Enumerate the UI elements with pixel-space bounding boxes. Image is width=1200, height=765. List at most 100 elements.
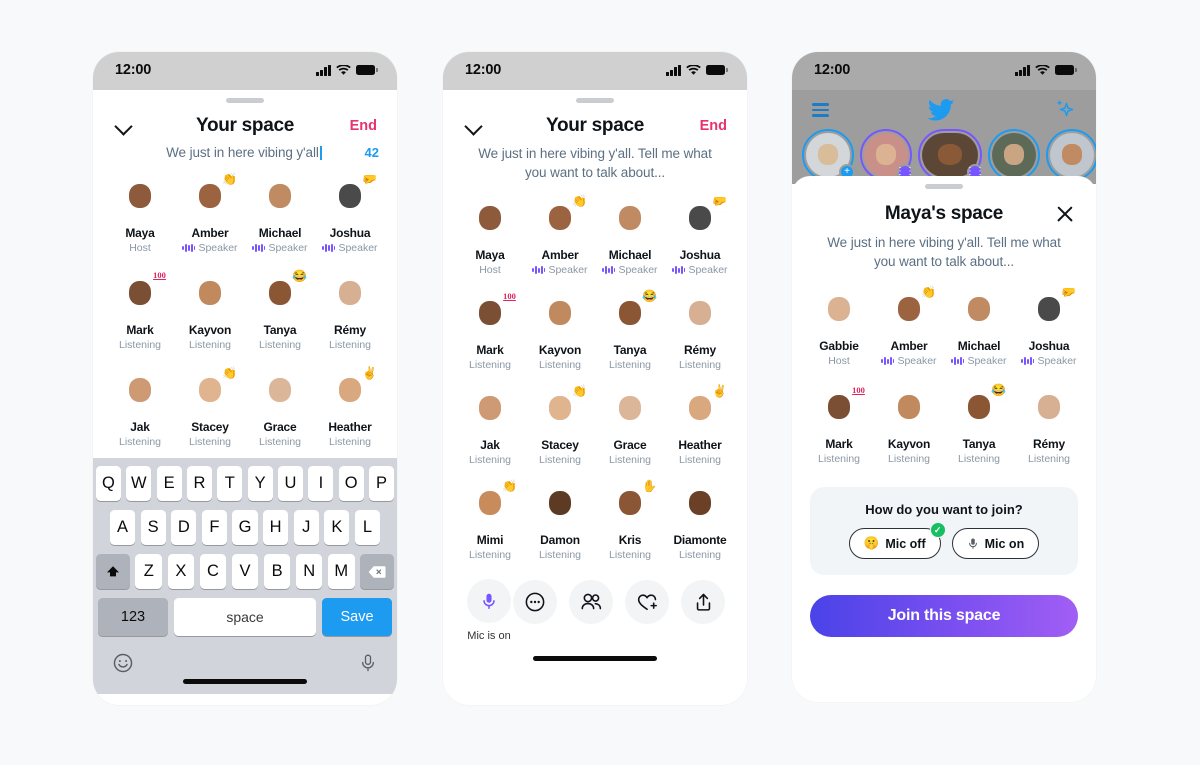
- avatar-wrap[interactable]: 🤛: [1026, 281, 1079, 333]
- close-x-icon[interactable]: [1054, 203, 1076, 225]
- description-input[interactable]: We just in here vibing y'all: [111, 145, 357, 160]
- avatar-wrap[interactable]: [816, 287, 862, 333]
- avatar-wrap[interactable]: 🤛: [677, 190, 730, 242]
- avatar-wrap[interactable]: ✌️: [327, 362, 380, 414]
- key-t[interactable]: T: [217, 466, 243, 501]
- participant-maya[interactable]: Maya Host: [455, 196, 525, 276]
- avatar-wrap[interactable]: [677, 481, 723, 527]
- participant-michael[interactable]: Michael Speaker: [245, 174, 315, 254]
- key-z[interactable]: Z: [135, 554, 163, 589]
- participant-gabbie[interactable]: Gabbie Host: [804, 287, 874, 367]
- key-h[interactable]: H: [263, 510, 289, 545]
- share-upload-icon[interactable]: [681, 580, 725, 625]
- avatar-wrap[interactable]: [257, 368, 303, 414]
- key-f[interactable]: F: [201, 510, 227, 545]
- avatar-wrap[interactable]: 👏: [537, 380, 590, 432]
- participant-jak[interactable]: Jak Listening: [455, 386, 525, 466]
- people-icon[interactable]: [569, 580, 613, 625]
- avatar-wrap[interactable]: 🤛: [327, 168, 380, 220]
- participant-kayvon[interactable]: Kayvon Listening: [525, 291, 595, 371]
- key-a[interactable]: A: [110, 510, 136, 545]
- participant-heather[interactable]: ✌️ Heather Listening: [665, 380, 735, 466]
- microphone-icon[interactable]: [467, 579, 511, 624]
- participant-kayvon[interactable]: Kayvon Listening: [175, 271, 245, 351]
- avatar-wrap[interactable]: [117, 368, 163, 414]
- backspace-icon[interactable]: [360, 554, 395, 589]
- heart-plus-icon[interactable]: [625, 580, 669, 625]
- avatar-wrap[interactable]: 😂: [607, 285, 660, 337]
- participant-tanya[interactable]: 😂 Tanya Listening: [245, 265, 315, 351]
- shift-arrow-icon[interactable]: [95, 554, 130, 589]
- key-b[interactable]: B: [263, 554, 291, 589]
- mic-on-option[interactable]: Mic on: [951, 528, 1040, 560]
- avatar-wrap[interactable]: 😂: [257, 265, 310, 317]
- avatar-wrap[interactable]: 👏: [886, 281, 939, 333]
- mic-toggle[interactable]: Mic is on: [465, 579, 513, 642]
- participant-diamonte[interactable]: Diamonte Listening: [665, 481, 735, 561]
- end-button[interactable]: End: [350, 118, 377, 134]
- key-o[interactable]: O: [338, 466, 364, 501]
- avatar-wrap[interactable]: 100: [816, 379, 869, 431]
- save-button[interactable]: Save: [322, 598, 392, 636]
- mic-off-option[interactable]: 🤫 Mic off ✓: [848, 522, 946, 560]
- join-this-space-button[interactable]: Join this space: [810, 595, 1078, 638]
- avatar-wrap[interactable]: 100: [117, 265, 170, 317]
- avatar-wrap[interactable]: 100: [467, 285, 520, 337]
- avatar-wrap[interactable]: 👏: [187, 168, 240, 220]
- participant-mark[interactable]: 100 Mark Listening: [804, 379, 874, 465]
- avatar-wrap[interactable]: [257, 174, 303, 220]
- fleet-avatar-1[interactable]: +: [802, 129, 855, 181]
- participant-grace[interactable]: Grace Listening: [245, 368, 315, 448]
- avatar-wrap[interactable]: 👏: [187, 362, 240, 414]
- participant-amber[interactable]: 👏 Amber Speaker: [874, 281, 944, 367]
- avatar-wrap[interactable]: [1026, 385, 1072, 431]
- key-u[interactable]: U: [278, 466, 303, 501]
- avatar-wrap[interactable]: 😂: [956, 379, 1009, 431]
- key-w[interactable]: W: [126, 466, 152, 501]
- avatar-wrap[interactable]: 👏: [467, 475, 520, 527]
- participant-maya[interactable]: Maya Host: [105, 174, 175, 254]
- numbers-key[interactable]: 123: [98, 598, 168, 636]
- participant-grace[interactable]: Grace Listening: [595, 386, 665, 466]
- avatar-wrap[interactable]: [117, 174, 163, 220]
- key-g[interactable]: G: [232, 510, 258, 545]
- key-l[interactable]: L: [354, 510, 380, 545]
- avatar-wrap[interactable]: [956, 287, 1002, 333]
- avatar-wrap[interactable]: [327, 271, 373, 317]
- participant-joshua[interactable]: 🤛 Joshua Speaker: [665, 190, 735, 276]
- participant-jak[interactable]: Jak Listening: [105, 368, 175, 448]
- hamburger-menu-icon[interactable]: [812, 100, 829, 120]
- avatar-wrap[interactable]: 👏: [537, 190, 590, 242]
- participant-michael[interactable]: Michael Speaker: [944, 287, 1014, 367]
- fleet-avatar-5[interactable]: [1046, 129, 1096, 181]
- key-i[interactable]: I: [308, 466, 334, 501]
- space-key[interactable]: space: [174, 598, 316, 636]
- participant-kayvon[interactable]: Kayvon Listening: [874, 385, 944, 465]
- avatar-wrap[interactable]: [537, 291, 583, 337]
- participant-heather[interactable]: ✌️ Heather Listening: [315, 362, 385, 448]
- participant-mark[interactable]: 100 Mark Listening: [455, 285, 525, 371]
- key-y[interactable]: Y: [247, 466, 273, 501]
- emoji-smiley-icon[interactable]: [112, 652, 134, 674]
- avatar-wrap[interactable]: ✌️: [677, 380, 730, 432]
- participant-michael[interactable]: Michael Speaker: [595, 196, 665, 276]
- key-q[interactable]: Q: [96, 466, 121, 501]
- key-n[interactable]: N: [295, 554, 323, 589]
- participant-joshua[interactable]: 🤛 Joshua Speaker: [1014, 281, 1084, 367]
- participant-rémy[interactable]: Rémy Listening: [315, 271, 385, 351]
- avatar-wrap[interactable]: ✋: [607, 475, 660, 527]
- fleet-avatar-4[interactable]: [988, 129, 1040, 181]
- participant-amber[interactable]: 👏 Amber Speaker: [175, 168, 245, 254]
- participant-kris[interactable]: ✋ Kris Listening: [595, 475, 665, 561]
- avatar-wrap[interactable]: [537, 481, 583, 527]
- participant-mimi[interactable]: 👏 Mimi Listening: [455, 475, 525, 561]
- participant-tanya[interactable]: 😂 Tanya Listening: [944, 379, 1014, 465]
- fleet-avatar-3[interactable]: ⋮⋮: [918, 129, 985, 181]
- participant-rémy[interactable]: Rémy Listening: [665, 291, 735, 371]
- avatar-wrap[interactable]: [677, 291, 723, 337]
- key-s[interactable]: S: [140, 510, 166, 545]
- participant-mark[interactable]: 100 Mark Listening: [105, 265, 175, 351]
- key-k[interactable]: K: [324, 510, 350, 545]
- key-c[interactable]: C: [199, 554, 227, 589]
- avatar-wrap[interactable]: [886, 385, 932, 431]
